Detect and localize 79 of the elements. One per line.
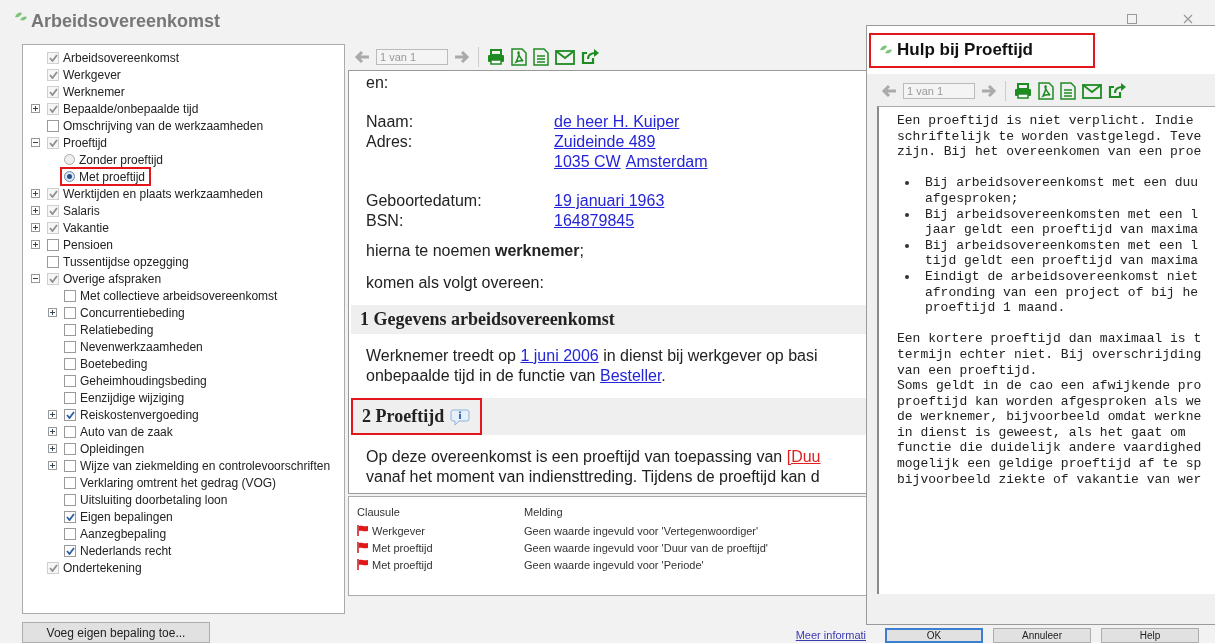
field-label: Adres: (366, 132, 414, 152)
dialog-button[interactable]: OK (885, 628, 983, 643)
forward-arrow-icon[interactable] (454, 50, 470, 64)
bullet-icon (905, 243, 909, 248)
dialog-button[interactable]: Help (1101, 628, 1199, 643)
leaf-icon (879, 43, 893, 56)
column-header: Melding (524, 505, 564, 518)
field-label: Naam: (366, 112, 415, 132)
leaf-icon (14, 11, 28, 23)
back-arrow-icon[interactable] (354, 50, 370, 64)
link[interactable]: Amsterdam (625, 153, 708, 170)
link[interactable]: 19 januari 1963 (554, 192, 665, 209)
checkmark-icon (48, 138, 58, 147)
paragraph: Werknemer treedt op 1 juni 2006 in dienst bij werkgever op basi onbepaalde tijd in de functie van Besteller. (365, 346, 819, 386)
tree-item[interactable]: Tussentijdse opzegging (62, 254, 190, 269)
table-cell: Met proeftijd (372, 541, 433, 554)
window-title: Arbeidsovereenkomst (31, 11, 221, 31)
paragraph: Op deze overeenkomst is een proeftijd van toepassing van [Duu vanaf het moment van indiensttreding. Tijdens de proeftijd kan d (365, 447, 822, 487)
link[interactable]: Besteller (599, 367, 662, 384)
checkmark-icon (48, 274, 58, 283)
document-icon[interactable] (1060, 82, 1076, 100)
bullet-text: Bij arbeidsovereenkomsten met een l tijd geldt een proeftijd van maxima (925, 237, 1199, 269)
forward-arrow-icon[interactable] (981, 84, 997, 98)
link[interactable]: 1035 CW (554, 153, 621, 170)
table-cell: Werkgever (372, 524, 425, 537)
pdf-icon[interactable] (511, 48, 527, 66)
bullet-text: Bij arbeidsovereenkomst met een duu afgesproken; (925, 175, 1199, 207)
table-cell-text: Geen waarde ingevuld voor 'Vertegenwoordiger' (524, 524, 760, 537)
dialog-button[interactable]: Annuleer (993, 628, 1091, 643)
print-icon[interactable] (487, 49, 505, 65)
bullet-text: Bij arbeidsovereenkomsten met een l jaar geldt een proeftijd van maxima (925, 206, 1199, 238)
mail-icon[interactable] (1082, 83, 1102, 99)
share-icon[interactable] (1108, 83, 1126, 99)
help-paragraph: Soms geldt in de cao een afwijkende pro proeftijd kan worden afgesproken als we de werknemer, bijvoorbeeld omdat werkne in dienst is geweest, als het gaat om functie die duidelijk andere vaardighed mogelijk een geldige proeftijd af te sp bijvoorbeeld ziekte of vakantie van wer (897, 378, 1203, 488)
expand-icon[interactable] (31, 240, 40, 249)
column-header: Clausule (357, 505, 401, 518)
back-arrow-icon[interactable] (881, 84, 897, 98)
section-heading: 2 Proeftijd (362, 406, 445, 427)
checkbox[interactable] (47, 255, 59, 268)
bullet-icon (905, 274, 909, 279)
add-clause-button[interactable]: Voeg eigen bepaling toe... (22, 622, 210, 643)
bullet-icon (905, 212, 909, 217)
table-cell-text: Geen waarde ingevuld voor 'Duur van de proeftijd' (524, 541, 769, 554)
bullet-text: Eindigt de arbeidsovereenkomst niet afronding van een project of bij he proeftijd 1 maand. (925, 268, 1199, 316)
link[interactable]: de heer H. Kuiper (554, 113, 680, 130)
paragraph: komen als volgt overeen: (365, 273, 545, 293)
checkbox[interactable] (47, 238, 59, 251)
document-icon[interactable] (533, 48, 549, 66)
link[interactable]: Zuideinde 489 (554, 133, 656, 150)
help-paragraph: Een proeftijd is niet verplicht. Indie schriftelijk te worden vastgelegd. Teve zijn. Bij het overeenkomen van een proe (897, 113, 1203, 160)
close-icon[interactable] (1183, 14, 1193, 24)
field-label: Geboortedatum: (366, 191, 483, 211)
section-heading: 1 Gegevens arbeidsovereenkomst (360, 309, 615, 330)
table-cell: Met proeftijd (372, 558, 433, 571)
bullet-icon (905, 181, 909, 186)
checkmark-icon (65, 512, 75, 521)
checkbox[interactable] (47, 119, 59, 132)
pdf-icon[interactable] (1038, 82, 1054, 100)
dialog-title: Hulp bij Proeftijd (897, 39, 1033, 60)
paragraph: hierna te noemen werknemer; (365, 241, 585, 261)
flag-icon (357, 542, 369, 553)
tree-item[interactable]: Pensioen (62, 237, 115, 252)
print-icon[interactable] (1014, 83, 1032, 99)
tree-item[interactable]: Omschrijving van de werkzaamheden (62, 118, 265, 133)
help-paragraph: Een kortere proeftijd dan maximaal is t termijn echter niet. Bij overschrijding van een proeftijd. (897, 331, 1203, 379)
flag-icon (357, 525, 369, 536)
share-icon[interactable] (581, 49, 599, 65)
maximize-icon[interactable] (1127, 14, 1137, 24)
field-label: BSN: (366, 211, 405, 231)
link[interactable]: [Duu (786, 448, 821, 465)
flag-icon (357, 559, 369, 570)
more-info-link[interactable]: Meer informati (795, 629, 866, 641)
link[interactable]: 1 juni 2006 (520, 347, 599, 364)
mail-icon[interactable] (555, 49, 575, 65)
paragraph: en: (365, 73, 390, 93)
link[interactable]: 164879845 (554, 212, 635, 229)
checkmark-icon (65, 410, 75, 419)
table-cell-text: Geen waarde ingevuld voor 'Periode' (524, 558, 705, 571)
info-bubble-icon[interactable] (450, 407, 471, 426)
